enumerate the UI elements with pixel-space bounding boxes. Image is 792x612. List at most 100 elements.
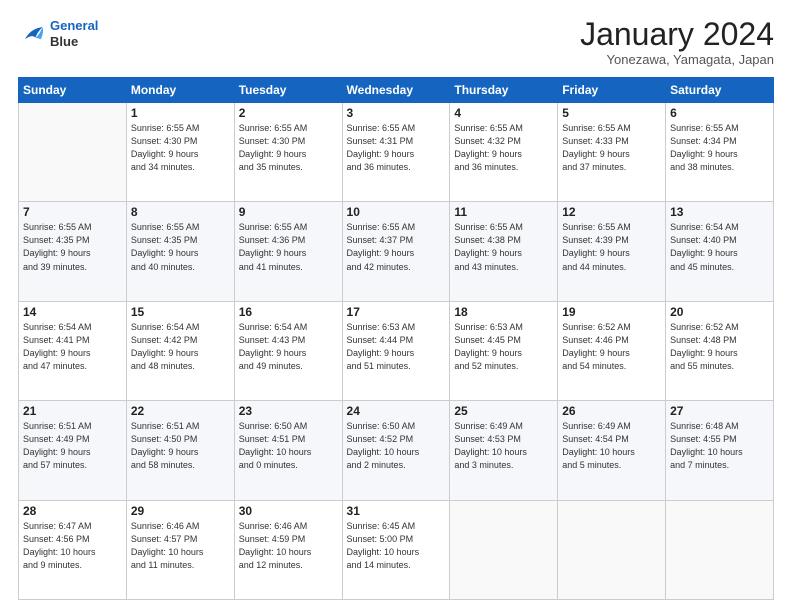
day-info: Sunrise: 6:50 AM Sunset: 4:51 PM Dayligh… [239,420,338,472]
day-info: Sunrise: 6:49 AM Sunset: 4:53 PM Dayligh… [454,420,553,472]
day-number: 10 [347,205,446,219]
calendar-cell: 9 Sunrise: 6:55 AM Sunset: 4:36 PM Daylig… [234,202,342,301]
calendar-cell: 12Sunrise: 6:55 AM Sunset: 4:39 PM Dayli… [558,202,666,301]
day-number: 5 [562,106,661,120]
day-number: 14 [23,305,122,319]
header-thursday: Thursday [450,78,558,103]
calendar-cell: 20 Sunrise: 6:52 AM Sunset: 4:48 PM Dayli… [666,301,774,400]
day-info: Sunrise: 6:55 AM Sunset: 4:35 PM Dayligh… [131,221,230,273]
logo-text: General Blue [50,18,98,49]
day-info: Sunrise: 6:46 AM Sunset: 4:57 PM Dayligh… [131,520,230,572]
day-number: 12 [562,205,661,219]
day-number: 25 [454,404,553,418]
day-info: Sunrise: 6:53 AM Sunset: 4:44 PM Dayligh… [347,321,446,373]
day-number: 11 [454,205,553,219]
calendar-cell: 21Sunrise: 6:51 AM Sunset: 4:49 PM Dayli… [19,401,127,500]
day-number: 3 [347,106,446,120]
day-number: 19 [562,305,661,319]
day-info: Sunrise: 6:54 AM Sunset: 4:40 PM Dayligh… [670,221,769,273]
day-info: Sunrise: 6:46 AM Sunset: 4:59 PM Dayligh… [239,520,338,572]
day-info: Sunrise: 6:55 AM Sunset: 4:32 PM Dayligh… [454,122,553,174]
day-number: 17 [347,305,446,319]
calendar-cell: 17 Sunrise: 6:53 AM Sunset: 4:44 PM Dayli… [342,301,450,400]
calendar-cell: 26Sunrise: 6:49 AM Sunset: 4:54 PM Dayli… [558,401,666,500]
day-number: 28 [23,504,122,518]
calendar-cell: 22 Sunrise: 6:51 AM Sunset: 4:50 PM Dayli… [126,401,234,500]
calendar-cell: 7 Sunrise: 6:55 AM Sunset: 4:35 PM Daylig… [19,202,127,301]
day-info: Sunrise: 6:54 AM Sunset: 4:41 PM Dayligh… [23,321,122,373]
day-number: 9 [239,205,338,219]
header-saturday: Saturday [666,78,774,103]
calendar-cell: 2 Sunrise: 6:55 AM Sunset: 4:30 PM Daylig… [234,103,342,202]
calendar-cell [19,103,127,202]
day-info: Sunrise: 6:55 AM Sunset: 4:35 PM Dayligh… [23,221,122,273]
day-info: Sunrise: 6:55 AM Sunset: 4:36 PM Dayligh… [239,221,338,273]
day-number: 27 [670,404,769,418]
day-info: Sunrise: 6:48 AM Sunset: 4:55 PM Dayligh… [670,420,769,472]
calendar-week-2: 7 Sunrise: 6:55 AM Sunset: 4:35 PM Daylig… [19,202,774,301]
calendar-cell [666,500,774,599]
day-number: 31 [347,504,446,518]
logo-line2: Blue [50,34,98,50]
day-info: Sunrise: 6:55 AM Sunset: 4:37 PM Dayligh… [347,221,446,273]
header-wednesday: Wednesday [342,78,450,103]
calendar-cell: 13 Sunrise: 6:54 AM Sunset: 4:40 PM Dayli… [666,202,774,301]
day-number: 29 [131,504,230,518]
calendar-cell: 29 Sunrise: 6:46 AM Sunset: 4:57 PM Dayli… [126,500,234,599]
calendar-cell: 19 Sunrise: 6:52 AM Sunset: 4:46 PM Dayli… [558,301,666,400]
day-info: Sunrise: 6:51 AM Sunset: 4:49 PM Dayligh… [23,420,122,472]
calendar-cell: 23 Sunrise: 6:50 AM Sunset: 4:51 PM Dayli… [234,401,342,500]
calendar-cell: 1Sunrise: 6:55 AM Sunset: 4:30 PM Daylig… [126,103,234,202]
day-info: Sunrise: 6:45 AM Sunset: 5:00 PM Dayligh… [347,520,446,572]
header-tuesday: Tuesday [234,78,342,103]
day-info: Sunrise: 6:50 AM Sunset: 4:52 PM Dayligh… [347,420,446,472]
page: General Blue January 2024 Yonezawa, Yama… [0,0,792,612]
day-number: 2 [239,106,338,120]
day-number: 16 [239,305,338,319]
day-number: 23 [239,404,338,418]
day-info: Sunrise: 6:55 AM Sunset: 4:31 PM Dayligh… [347,122,446,174]
day-number: 7 [23,205,122,219]
day-info: Sunrise: 6:55 AM Sunset: 4:38 PM Dayligh… [454,221,553,273]
day-info: Sunrise: 6:55 AM Sunset: 4:33 PM Dayligh… [562,122,661,174]
calendar-cell: 16 Sunrise: 6:54 AM Sunset: 4:43 PM Dayli… [234,301,342,400]
day-info: Sunrise: 6:54 AM Sunset: 4:42 PM Dayligh… [131,321,230,373]
logo-line1: General [50,18,98,33]
calendar-week-3: 14 Sunrise: 6:54 AM Sunset: 4:41 PM Dayli… [19,301,774,400]
day-number: 6 [670,106,769,120]
day-info: Sunrise: 6:55 AM Sunset: 4:30 PM Dayligh… [131,122,230,174]
day-info: Sunrise: 6:52 AM Sunset: 4:46 PM Dayligh… [562,321,661,373]
calendar-cell [558,500,666,599]
logo-icon [18,20,46,48]
calendar-cell: 10 Sunrise: 6:55 AM Sunset: 4:37 PM Dayli… [342,202,450,301]
day-number: 20 [670,305,769,319]
calendar-week-1: 1Sunrise: 6:55 AM Sunset: 4:30 PM Daylig… [19,103,774,202]
day-number: 22 [131,404,230,418]
header-monday: Monday [126,78,234,103]
day-info: Sunrise: 6:53 AM Sunset: 4:45 PM Dayligh… [454,321,553,373]
calendar-cell: 18 Sunrise: 6:53 AM Sunset: 4:45 PM Dayli… [450,301,558,400]
logo: General Blue [18,18,98,49]
calendar-cell: 3 Sunrise: 6:55 AM Sunset: 4:31 PM Daylig… [342,103,450,202]
calendar-cell [450,500,558,599]
day-info: Sunrise: 6:55 AM Sunset: 4:34 PM Dayligh… [670,122,769,174]
calendar-week-4: 21Sunrise: 6:51 AM Sunset: 4:49 PM Dayli… [19,401,774,500]
day-number: 13 [670,205,769,219]
day-number: 8 [131,205,230,219]
day-number: 30 [239,504,338,518]
calendar-cell: 11 Sunrise: 6:55 AM Sunset: 4:38 PM Dayli… [450,202,558,301]
calendar-cell: 15Sunrise: 6:54 AM Sunset: 4:42 PM Dayli… [126,301,234,400]
calendar-cell: 30 Sunrise: 6:46 AM Sunset: 4:59 PM Dayli… [234,500,342,599]
day-number: 4 [454,106,553,120]
calendar-week-5: 28 Sunrise: 6:47 AM Sunset: 4:56 PM Dayli… [19,500,774,599]
day-info: Sunrise: 6:52 AM Sunset: 4:48 PM Dayligh… [670,321,769,373]
day-info: Sunrise: 6:47 AM Sunset: 4:56 PM Dayligh… [23,520,122,572]
day-number: 26 [562,404,661,418]
header: General Blue January 2024 Yonezawa, Yama… [18,18,774,67]
day-info: Sunrise: 6:54 AM Sunset: 4:43 PM Dayligh… [239,321,338,373]
day-info: Sunrise: 6:51 AM Sunset: 4:50 PM Dayligh… [131,420,230,472]
day-number: 18 [454,305,553,319]
header-sunday: Sunday [19,78,127,103]
header-friday: Friday [558,78,666,103]
day-info: Sunrise: 6:55 AM Sunset: 4:30 PM Dayligh… [239,122,338,174]
